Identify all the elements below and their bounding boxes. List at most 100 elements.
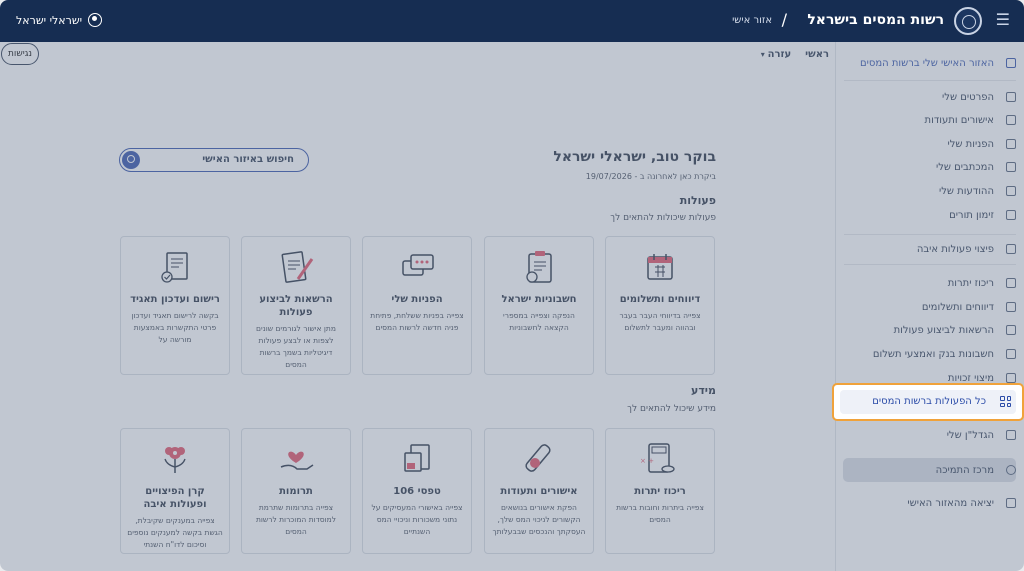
card-description: צפייה ביתרות וחובות ברשות המסים: [616, 503, 704, 524]
card-balances[interactable]: + × ריכוז יתרות צפייה ביתרות וחובות ברשו…: [605, 428, 715, 554]
document-icon: [1006, 115, 1016, 125]
card-compensation-fund[interactable]: קרן הפיצויים ופעולות איבה צפייה במענקים …: [120, 428, 230, 554]
card-reports-payments[interactable]: דיווחים ותשלומים צפייה בדיווחי העבר בעבר…: [605, 236, 715, 375]
sidebar: האזור האישי שלי ברשות המסים הפרטים שלי א…: [835, 42, 1024, 571]
sidebar-item-balances[interactable]: ריכוז יתרות: [835, 272, 1024, 294]
sidebar-item-hostile-compensation[interactable]: פיצוי פעולות איבה: [835, 238, 1024, 260]
sidebar-item-support[interactable]: מרכז התמיכה: [835, 459, 1024, 481]
chat-icon: [1006, 139, 1016, 149]
user-avatar-icon: [88, 13, 103, 27]
clipboard-icon: [519, 247, 559, 287]
sidebar-item-label: יציאה מהאזור האישי: [907, 497, 994, 509]
card-description: הנפקה וצפייה במספרי הקצאה לחשבוניות: [503, 311, 575, 332]
grid-icon: [1000, 396, 1011, 407]
card-title: תרומות: [279, 486, 313, 497]
top-bar: ☰ רשות המסים בישראל / אזור אישי ישראלי י…: [0, 0, 1024, 42]
calculator-icon: + ×: [640, 439, 680, 479]
help-dropdown[interactable]: עזרה: [761, 49, 792, 60]
card-title: חשבוניות ישראל: [501, 294, 577, 305]
flag-icon: [1006, 244, 1016, 254]
sidebar-item-inquiries[interactable]: הפניות שלי: [835, 133, 1024, 155]
sidebar-item-exit[interactable]: יציאה מהאזור האישי: [835, 492, 1024, 514]
sidebar-item-mygadal[interactable]: הגדל"ן שלי: [835, 424, 1024, 446]
sidebar-item-label: הפניות שלי: [947, 138, 995, 150]
sidebar-item-label: הפרטים שלי: [942, 91, 994, 103]
actions-title: פעולות: [679, 194, 716, 207]
card-donations[interactable]: תרומות צפייה בתרומות שתרמת למוסדות המוכר…: [241, 428, 351, 554]
card-permissions[interactable]: הרשאות לביצוע פעולות מתן אישור לגורמים ש…: [241, 236, 351, 375]
sidebar-item-reports[interactable]: דיווחים ותשלומים: [835, 296, 1024, 318]
tax-authority-logo[interactable]: [954, 7, 982, 35]
card-corporation-registration[interactable]: רישום ועדכון תאגיד בקשה לרישום תאגיד ועד…: [120, 236, 230, 375]
calendar-icon: [1006, 210, 1016, 220]
card-description: הפקת אישורים בנושאים הקשורים לניכוי המס …: [492, 503, 586, 536]
card-title: הרשאות לביצוע פעולות: [259, 294, 333, 318]
sidebar-item-bank-accounts[interactable]: חשבונות בנק ואמצעי תשלום: [835, 343, 1024, 365]
card-title: הפניות שלי: [391, 294, 443, 305]
card-description: צפייה במענקים שקיבלת, הגשת בקשה למענקים …: [127, 516, 223, 549]
sidebar-item-label: זימון תורים: [949, 209, 994, 221]
user-name: ישראלי ישראל: [16, 13, 83, 27]
card-description: צפייה באישורי המעסיקים על נתוני משכורות …: [371, 503, 463, 536]
message-icon: [1006, 186, 1016, 196]
breadcrumb-home[interactable]: ראשי: [805, 49, 829, 60]
sidebar-item-messages[interactable]: ההודעות שלי: [835, 180, 1024, 202]
chat-icon: [397, 247, 437, 287]
breadcrumb: ראשי עזרה: [761, 49, 829, 60]
card-certificates[interactable]: אישורים ותעודות הפקת אישורים בנושאים הקש…: [484, 428, 594, 554]
card-title: ריכוז יתרות: [634, 486, 686, 497]
help-icon: [1006, 465, 1016, 475]
card-description: בקשה לרישום תאגיד ועדכון פרטי התקשרות בא…: [131, 311, 219, 344]
sidebar-item-all-actions[interactable]: כל הפעולות ברשות המסים: [832, 383, 1024, 421]
sidebar-item-label: פיצוי פעולות איבה: [916, 243, 994, 255]
card-description: צפייה בדיווחי העבר בעבר ובהווה ומעבר לתש…: [619, 311, 701, 332]
card-israel-invoices[interactable]: חשבוניות ישראל הנפקה וצפייה במספרי הקצאה…: [484, 236, 594, 375]
sidebar-item-details[interactable]: הפרטים שלי: [835, 86, 1024, 108]
forms-icon: [397, 439, 437, 479]
sidebar-divider: [844, 264, 1016, 265]
sidebar-item-label: דיווחים ותשלומים: [921, 301, 994, 313]
card-forms-106[interactable]: טפסי 106 צפייה באישורי המעסיקים על נתוני…: [362, 428, 472, 554]
sidebar-item-appointments[interactable]: זימון תורים: [835, 204, 1024, 226]
card-icon: [1006, 349, 1016, 359]
card-title: רישום ועדכון תאגיד: [130, 294, 220, 305]
svg-text:+ ×: + ×: [640, 457, 654, 465]
search-input[interactable]: חיפוש באיזור האישי: [119, 148, 309, 172]
card-description: צפייה בפניות ששלחת, פתיחת פניה חדשה לרשו…: [370, 311, 464, 332]
sidebar-item-home[interactable]: האזור האישי שלי ברשות המסים: [835, 52, 1024, 74]
sidebar-item-label: ריכוז יתרות: [947, 277, 994, 289]
sidebar-item-label: מרכז התמיכה: [935, 464, 994, 476]
signature-icon: [155, 247, 195, 287]
flower-icon: [155, 439, 195, 479]
brand-separator: /: [781, 10, 787, 29]
sidebar-item-certificates[interactable]: אישורים ותעודות: [835, 109, 1024, 131]
card-title: טפסי 106: [393, 486, 441, 497]
info-subtitle: מידע שיכול להתאים לך: [627, 404, 716, 414]
greeting-title: בוקר טוב, ישראלי ישראל: [553, 149, 716, 165]
sidebar-divider: [844, 234, 1016, 235]
hamburger-menu-icon[interactable]: ☰: [996, 12, 1010, 28]
card-my-inquiries[interactable]: הפניות שלי צפייה בפניות ששלחת, פתיחת פני…: [362, 236, 472, 375]
card-description: צפייה בתרומות שתרמת למוסדות המוכרות לרשו…: [255, 503, 337, 536]
brand-title[interactable]: רשות המסים בישראל: [807, 12, 944, 28]
area-label: אזור אישי: [732, 15, 772, 26]
exit-icon: [1006, 498, 1016, 508]
user-menu[interactable]: ישראלי ישראל: [16, 13, 103, 27]
sidebar-item-label: מיצוי זכויות: [947, 372, 994, 384]
home-icon: [1006, 58, 1016, 68]
search-label: חיפוש באיזור האישי: [202, 154, 294, 165]
sidebar-item-label: אישורים ותעודות: [924, 114, 994, 126]
calendar-icon: [640, 247, 680, 287]
sidebar-item-permissions[interactable]: הרשאות לביצוע פעולות: [835, 319, 1024, 341]
sidebar-item-label: המכתבים שלי: [935, 161, 994, 173]
mail-icon: [1006, 162, 1016, 172]
sidebar-item-letters[interactable]: המכתבים שלי: [835, 156, 1024, 178]
last-visit-text: ביקרת כאן לאחרונה ב - 19/07/2026: [585, 172, 716, 181]
bar-chart-icon: [1006, 430, 1016, 440]
accessibility-button[interactable]: נגישות: [1, 43, 39, 65]
person-icon: [1006, 92, 1016, 102]
card-title: דיווחים ותשלומים: [619, 294, 701, 305]
sidebar-item-label: חשבונות בנק ואמצעי תשלום: [872, 348, 994, 360]
sidebar-item-label: האזור האישי שלי ברשות המסים: [859, 57, 994, 69]
search-icon[interactable]: [122, 151, 140, 169]
